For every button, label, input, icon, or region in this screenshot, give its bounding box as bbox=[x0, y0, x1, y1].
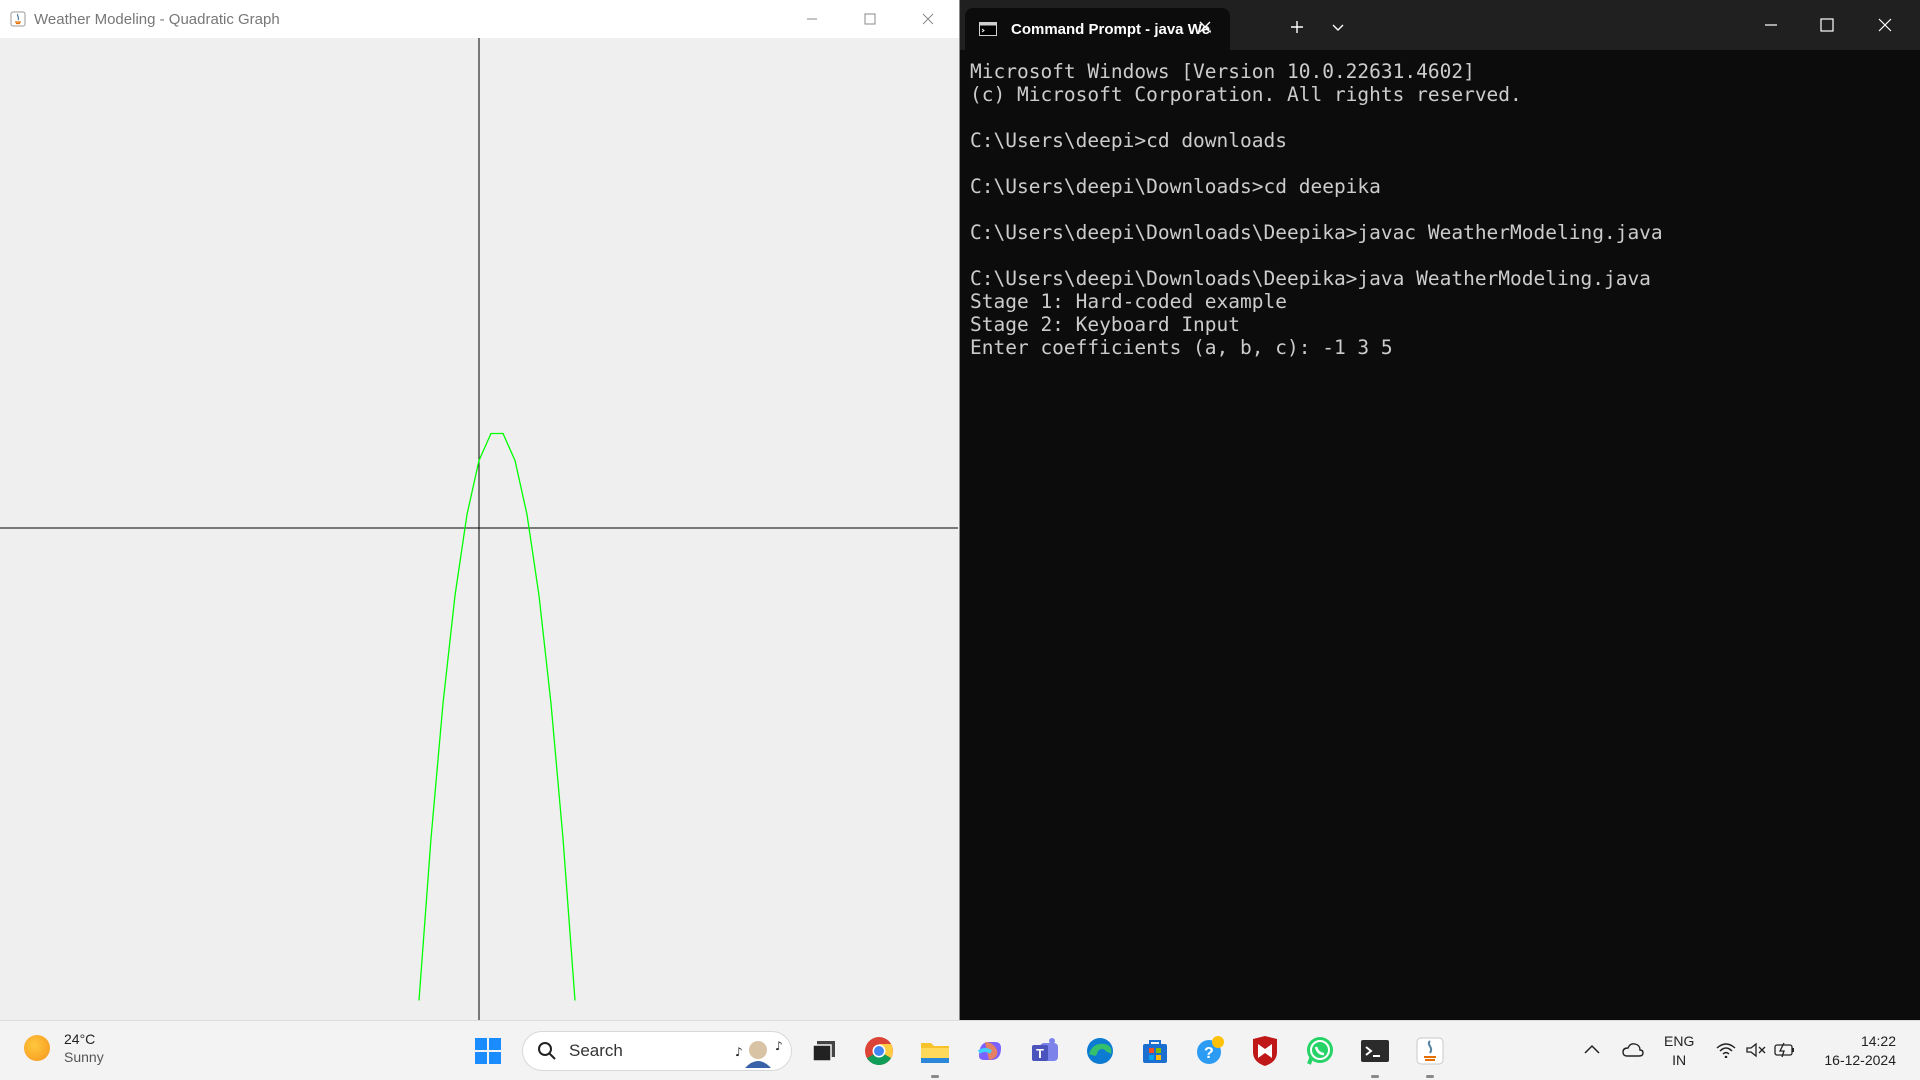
dropdown-chevron-icon[interactable] bbox=[1332, 24, 1344, 32]
copilot-button[interactable] bbox=[972, 1033, 1008, 1069]
tips-icon: ? bbox=[1197, 1036, 1224, 1064]
svg-text:♪: ♪ bbox=[735, 1045, 743, 1059]
running-indicator bbox=[1426, 1075, 1434, 1078]
terminal-line: Stage 1: Hard-coded example bbox=[970, 290, 1287, 313]
svg-text:♪: ♪ bbox=[775, 1039, 783, 1053]
terminal-tab-bar[interactable]: Command Prompt - java WeatherModeling.ja… bbox=[960, 0, 1920, 50]
minimize-icon[interactable] bbox=[1764, 18, 1778, 32]
java-app-icon bbox=[10, 11, 26, 27]
volume-muted-icon[interactable] bbox=[1746, 1042, 1766, 1058]
java-button[interactable] bbox=[1412, 1033, 1448, 1078]
terminal-tab-title: Command Prompt - java WeatherModeling.ja… bbox=[1011, 20, 1211, 38]
search-highlight-icon: ♪ ♪ bbox=[735, 1039, 783, 1068]
battery-charging-icon[interactable] bbox=[1774, 1041, 1796, 1059]
store-button[interactable] bbox=[1137, 1033, 1173, 1069]
edge-icon bbox=[1087, 1038, 1113, 1064]
search-placeholder: Search bbox=[569, 1041, 623, 1060]
minimize-icon bbox=[807, 18, 817, 20]
terminal-line: (c) Microsoft Corporation. All rights re… bbox=[970, 83, 1522, 106]
mcafee-icon bbox=[1253, 1036, 1277, 1066]
weather-widget[interactable]: 24°C Sunny bbox=[24, 1031, 104, 1065]
language-code: ENG bbox=[1664, 1033, 1695, 1049]
tab-close-icon[interactable] bbox=[1198, 20, 1212, 34]
store-icon bbox=[1143, 1040, 1167, 1063]
onedrive-cloud-icon[interactable] bbox=[1622, 1042, 1644, 1058]
chrome-icon bbox=[865, 1037, 893, 1065]
terminal-line: Enter coefficients (a, b, c): -1 3 5 bbox=[970, 336, 1393, 359]
java-title-bar[interactable]: Weather Modeling - Quadratic Graph bbox=[0, 0, 959, 38]
maximize-icon bbox=[864, 13, 876, 25]
chevron-up-icon[interactable] bbox=[1584, 1044, 1600, 1054]
mcafee-button[interactable] bbox=[1247, 1033, 1283, 1069]
quadratic-graph-canvas bbox=[0, 38, 958, 1020]
sun-icon bbox=[24, 1035, 50, 1061]
taskbar: 24°C Sunny Search ♪ ♪ T ? ENG IN 14:22 1… bbox=[0, 1020, 1920, 1080]
terminal-icon bbox=[1361, 1040, 1389, 1062]
search-icon bbox=[538, 1042, 556, 1060]
windows-start-icon bbox=[475, 1038, 501, 1064]
teams-button[interactable]: T bbox=[1027, 1033, 1063, 1069]
file-explorer-icon bbox=[921, 1043, 949, 1063]
tips-button[interactable]: ? bbox=[1192, 1033, 1228, 1069]
running-indicator bbox=[1371, 1075, 1379, 1078]
terminal-line: C:\Users\deepi\Downloads\Deepika>javac W… bbox=[970, 221, 1663, 244]
maximize-icon[interactable] bbox=[1820, 18, 1834, 32]
window-title: Weather Modeling - Quadratic Graph bbox=[34, 10, 280, 28]
terminal-button[interactable] bbox=[1357, 1033, 1393, 1078]
system-clock[interactable]: 14:22 16-12-2024 bbox=[1812, 1032, 1896, 1070]
weather-condition: Sunny bbox=[64, 1049, 104, 1065]
file-explorer-button[interactable] bbox=[917, 1033, 953, 1078]
teams-icon: T bbox=[1032, 1038, 1058, 1061]
region-code: IN bbox=[1672, 1052, 1687, 1068]
chrome-button[interactable] bbox=[861, 1033, 897, 1069]
running-indicator bbox=[931, 1075, 939, 1078]
edge-button[interactable] bbox=[1082, 1033, 1118, 1069]
whatsapp-button[interactable] bbox=[1302, 1033, 1338, 1069]
task-view-icon bbox=[812, 1041, 835, 1062]
svg-text:?: ? bbox=[1204, 1045, 1214, 1062]
weather-temperature: 24°C bbox=[64, 1031, 96, 1047]
terminal-tab[interactable]: Command Prompt - java WeatherModeling.ja… bbox=[965, 8, 1230, 50]
quadratic-curve bbox=[418, 432, 576, 1001]
start-button[interactable] bbox=[470, 1033, 506, 1069]
terminal-output[interactable]: Microsoft Windows [Version 10.0.22631.46… bbox=[970, 60, 1910, 359]
terminal-line: C:\Users\deepi\Downloads>cd deepika bbox=[970, 175, 1381, 198]
minimize-button[interactable] bbox=[783, 0, 841, 38]
close-icon bbox=[922, 13, 934, 25]
taskbar-search-box[interactable]: Search ♪ ♪ bbox=[522, 1031, 792, 1071]
language-indicator[interactable]: ENG IN bbox=[1664, 1032, 1694, 1070]
terminal-line: C:\Users\deepi>cd downloads bbox=[970, 129, 1287, 152]
close-button[interactable] bbox=[899, 0, 957, 38]
java-graph-window: Weather Modeling - Quadratic Graph bbox=[0, 0, 960, 1020]
maximize-button[interactable] bbox=[841, 0, 899, 38]
clock-date: 16-12-2024 bbox=[1824, 1052, 1896, 1068]
new-tab-icon[interactable] bbox=[1290, 20, 1304, 34]
terminal-line: C:\Users\deepi\Downloads\Deepika>java We… bbox=[970, 267, 1651, 290]
terminal-line: Microsoft Windows [Version 10.0.22631.46… bbox=[970, 60, 1475, 83]
command-prompt-icon bbox=[979, 22, 997, 36]
whatsapp-icon bbox=[1307, 1037, 1333, 1065]
task-view-button[interactable] bbox=[806, 1033, 842, 1069]
copilot-icon bbox=[977, 1042, 1001, 1060]
clock-time: 14:22 bbox=[1860, 1033, 1896, 1049]
terminal-window: Command Prompt - java WeatherModeling.ja… bbox=[960, 0, 1920, 1020]
java-icon bbox=[1416, 1037, 1444, 1065]
wifi-icon[interactable] bbox=[1716, 1042, 1736, 1058]
terminal-line: Stage 2: Keyboard Input bbox=[970, 313, 1241, 336]
close-icon[interactable] bbox=[1878, 18, 1892, 32]
svg-text:T: T bbox=[1036, 1046, 1044, 1061]
